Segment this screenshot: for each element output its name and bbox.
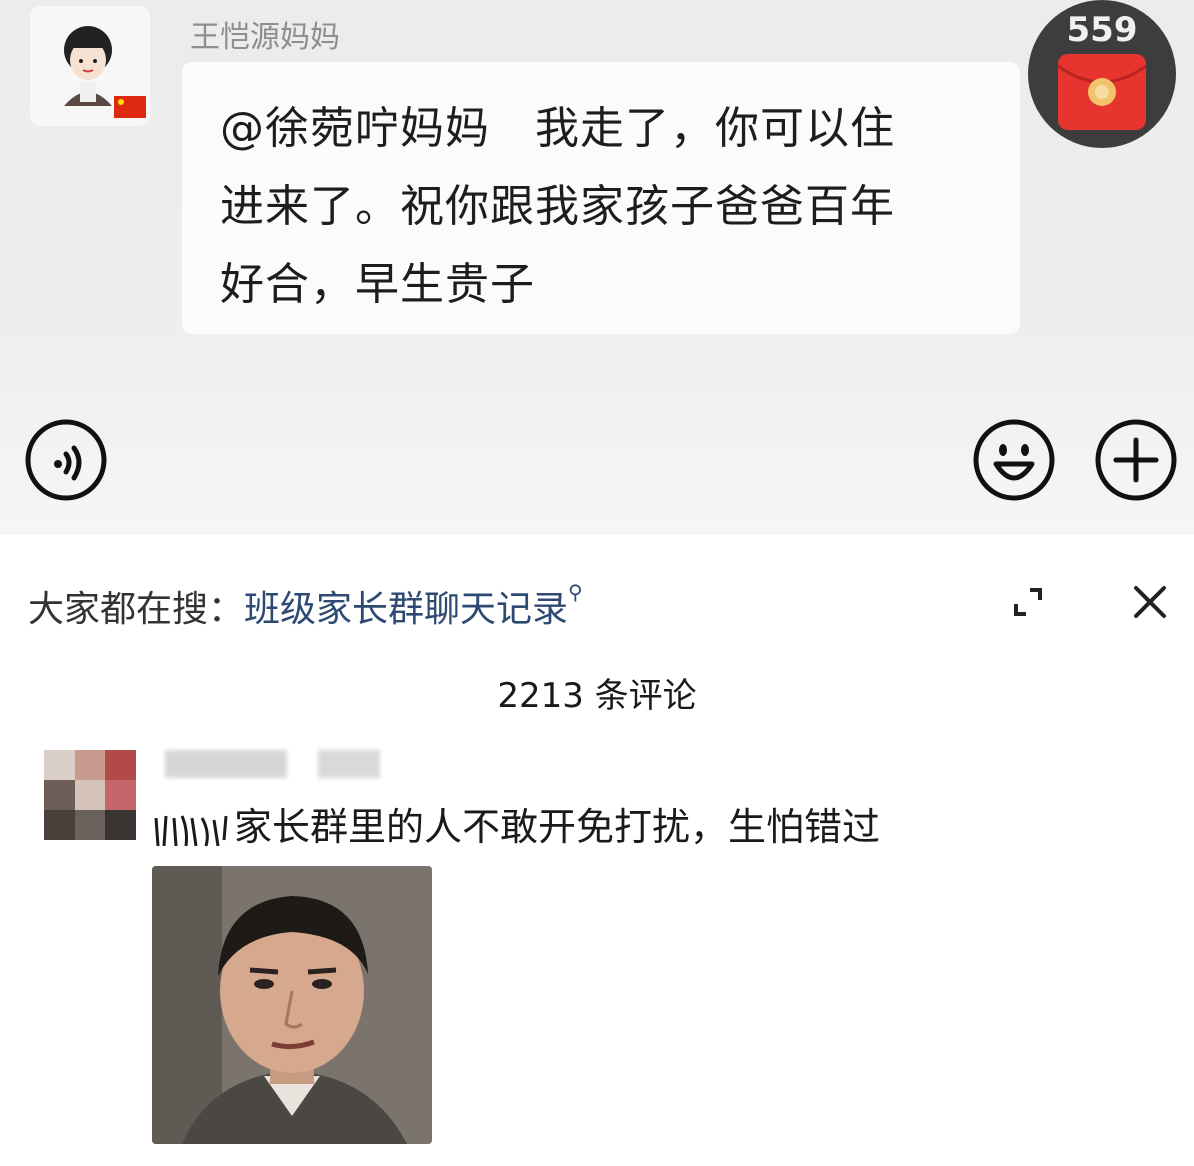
emoji-icon[interactable] [972,418,1056,502]
sender-avatar[interactable] [30,6,150,126]
voice-icon[interactable] [24,418,108,502]
search-hint[interactable]: 大家都在搜：班级家长群聊天记录⚲ [28,580,583,632]
comment-meta-blurred [318,750,380,778]
search-icon: ⚲ [568,580,583,604]
close-icon[interactable] [1128,580,1172,624]
search-hint-prefix: 大家都在搜： [28,589,245,630]
expand-icon[interactable] [1006,580,1050,624]
message-line: 进来了。祝你跟我家孩子爸爸百年 [220,181,895,232]
message-line: @徐菀咛妈妈 我走了，你可以住 [220,103,895,154]
chat-screenshot: 王恺源妈妈 @徐菀咛妈妈 我走了，你可以住 进来了。祝你跟我家孩子爸爸百年 好合… [0,0,1194,535]
message-line: 好合，早生贵子 [220,259,535,310]
message-bubble[interactable]: @徐菀咛妈妈 我走了，你可以住 进来了。祝你跟我家孩子爸爸百年 好合，早生贵子 [182,62,1020,334]
red-packet-icon [1057,54,1147,130]
red-packet-count: 559 [1066,10,1138,50]
search-hint-term[interactable]: 班级家长群聊天记录 [244,589,568,630]
bottom-edge [0,1156,1194,1166]
comment-body: 家长群里的人不敢开免打扰，生怕错过 [234,805,881,849]
commenter-name-blurred [165,750,287,778]
plus-icon[interactable] [1094,418,1178,502]
comment-text: 家长群里的人不敢开免打扰，生怕错过 [152,796,880,851]
sender-name: 王恺源妈妈 [190,20,340,55]
red-packet-button[interactable]: 559 [1028,0,1176,148]
message-text: @徐菀咛妈妈 我走了，你可以住 进来了。祝你跟我家孩子爸爸百年 好合，早生贵子 [220,90,1000,324]
meme-photo [152,866,432,1144]
commenter-avatar[interactable] [44,750,136,840]
comments-count: 2213 条评论 [497,676,697,716]
comment-image[interactable] [152,866,432,1144]
redaction-scribble [154,814,228,846]
